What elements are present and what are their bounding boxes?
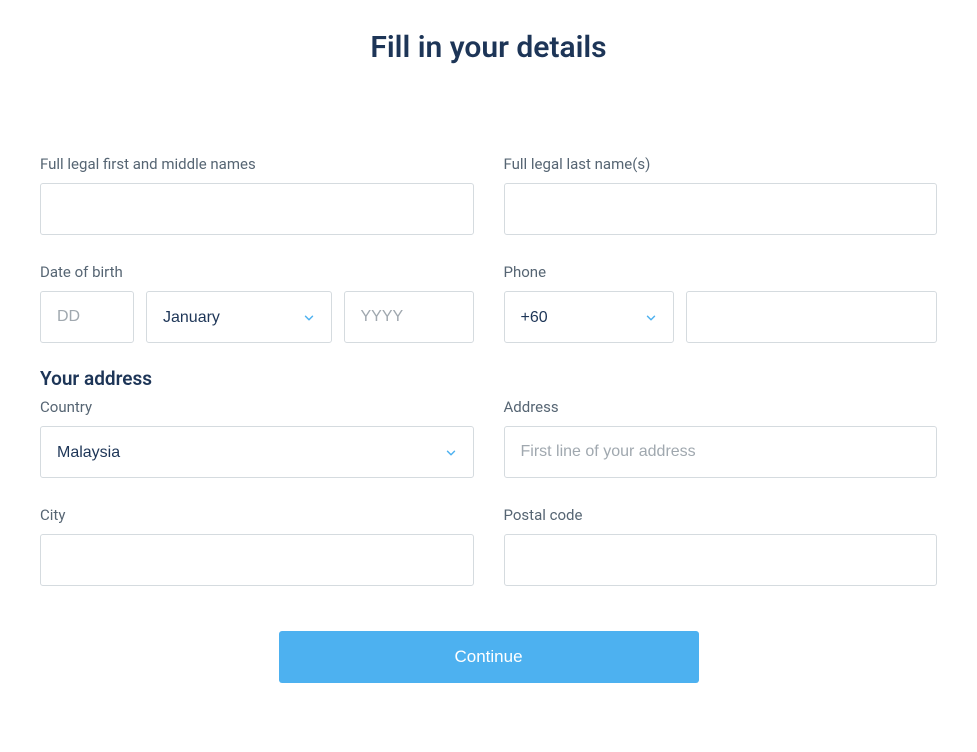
dob-year-input[interactable] xyxy=(344,291,474,343)
postal-label: Postal code xyxy=(504,506,938,524)
city-label: City xyxy=(40,506,474,524)
address-group: Address xyxy=(504,398,938,478)
dob-inputs: January xyxy=(40,291,474,343)
row-city-postal: City Postal code xyxy=(40,506,937,586)
phone-group-container: Phone +60 xyxy=(504,263,938,343)
last-name-input[interactable] xyxy=(504,183,938,235)
form-container: Full legal first and middle names Full l… xyxy=(40,155,937,683)
city-input[interactable] xyxy=(40,534,474,586)
postal-group: Postal code xyxy=(504,506,938,586)
row-country-address: Country Malaysia Address xyxy=(40,398,937,478)
country-label: Country xyxy=(40,398,474,416)
phone-code-wrapper: +60 xyxy=(504,291,674,343)
continue-button[interactable]: Continue xyxy=(279,631,699,683)
dob-month-wrapper: January xyxy=(146,291,332,343)
first-middle-label: Full legal first and middle names xyxy=(40,155,474,173)
last-name-label: Full legal last name(s) xyxy=(504,155,938,173)
address-label: Address xyxy=(504,398,938,416)
page-title: Fill in your details xyxy=(40,30,937,65)
address-input[interactable] xyxy=(504,426,938,478)
first-middle-group: Full legal first and middle names xyxy=(40,155,474,235)
dob-label: Date of birth xyxy=(40,263,474,281)
country-group: Country Malaysia xyxy=(40,398,474,478)
address-heading: Your address xyxy=(40,367,937,390)
dob-day-input[interactable] xyxy=(40,291,134,343)
postal-input[interactable] xyxy=(504,534,938,586)
phone-inputs: +60 xyxy=(504,291,938,343)
last-name-group: Full legal last name(s) xyxy=(504,155,938,235)
row-dob-phone: Date of birth January Phone xyxy=(40,263,937,343)
country-wrapper: Malaysia xyxy=(40,426,474,478)
continue-wrapper: Continue xyxy=(40,631,937,683)
city-group: City xyxy=(40,506,474,586)
phone-label: Phone xyxy=(504,263,938,281)
country-select[interactable]: Malaysia xyxy=(40,426,474,478)
row-names: Full legal first and middle names Full l… xyxy=(40,155,937,235)
phone-number-input[interactable] xyxy=(686,291,938,343)
dob-group-container: Date of birth January xyxy=(40,263,474,343)
phone-code-select[interactable]: +60 xyxy=(504,291,674,343)
address-section: Your address Country Malaysia Address xyxy=(40,367,937,586)
dob-month-select[interactable]: January xyxy=(146,291,332,343)
first-middle-input[interactable] xyxy=(40,183,474,235)
